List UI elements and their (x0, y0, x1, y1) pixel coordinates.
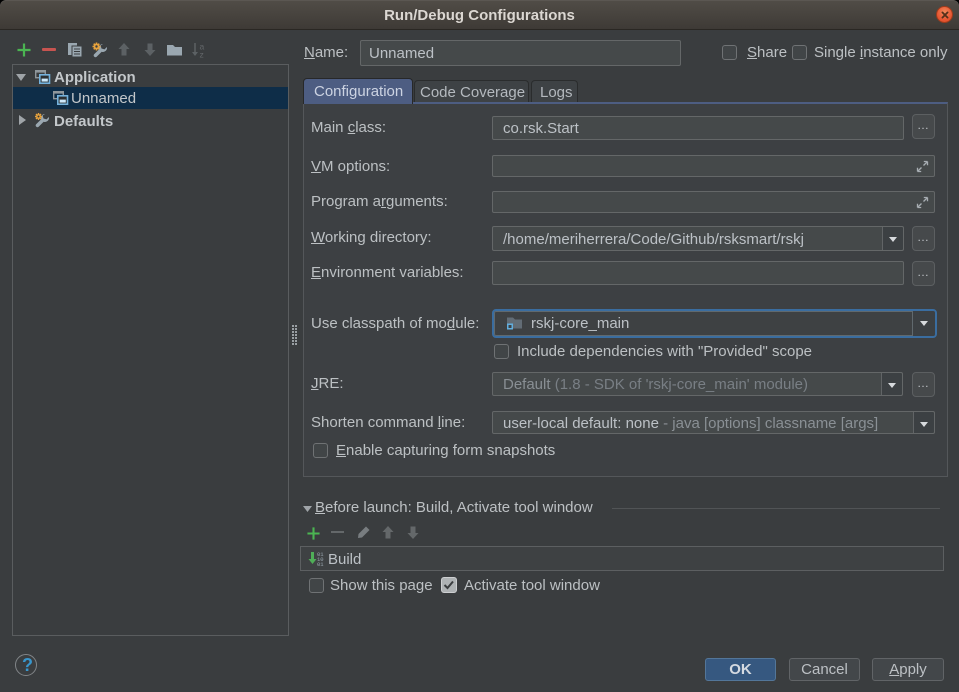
svg-text:01: 01 (317, 561, 324, 568)
svg-text:z: z (200, 50, 204, 59)
